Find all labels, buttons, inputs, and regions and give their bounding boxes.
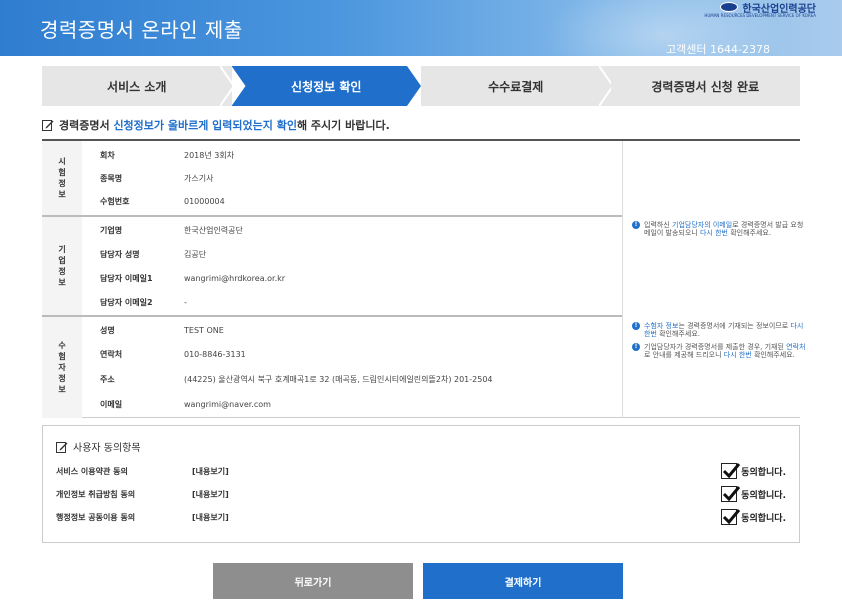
info-icon: ! (632, 221, 640, 229)
back-button[interactable]: 뒤로가기 (213, 563, 413, 599)
info-value: 한국산업인력공단 (184, 225, 243, 235)
org-logo[interactable]: 한국산업인력공단 HUMAN RESOURCES DEVELOPMENT SER… (704, 0, 816, 18)
step-label: 경력증명서 신청 완료 (651, 79, 760, 94)
progress-steps: 서비스 소개 신청정보 확인 수수료결제 경력증명서 신청 완료 (42, 66, 800, 106)
consent-row-terms: 서비스 이용약관 동의 [내용보기] 동의합니다. (56, 462, 786, 480)
group-label: 시 험 정 보 (42, 141, 82, 215)
info-key: 회차 (100, 150, 115, 160)
contact-tip: ! 기업담당자가 경력증명서를 제출한 경우, 기재된 연락처로 안내를 제공해… (632, 343, 810, 359)
company-info-group: 기 업 정 보 기업명 한국산업인력공단 담당자 성명 김공단 담당자 이메일1 wa… (42, 217, 622, 315)
info-row: 종목명 가스기사 (82, 166, 622, 190)
exam-info-group: 시 험 정 보 회차 2018년 3회차 종목명 가스기사 수험번호 01000004 (42, 141, 622, 215)
view-content-link[interactable]: [내용보기] (192, 512, 229, 523)
agree-label[interactable]: 동의합니다. (741, 511, 786, 524)
info-value: - (184, 297, 187, 307)
consent-title: 사용자 동의항목 (56, 439, 141, 454)
info-key: 이메일 (100, 399, 123, 409)
info-row: 담당자 이메일1 wangrimi@hrdkorea.or.kr (82, 266, 622, 290)
info-row: 기업명 한국산업인력공단 (82, 218, 622, 242)
step-confirm-info: 신청정보 확인 (232, 66, 422, 106)
group-label: 기 업 정 보 (42, 217, 82, 315)
info-row: 이메일 wangrimi@naver.com (82, 392, 622, 416)
info-value: 2018년 3회차 (184, 150, 235, 160)
info-value: wangrimi@hrdkorea.or.kr (184, 273, 286, 283)
step-payment: 수수료결제 (421, 66, 613, 106)
info-value: 010-8846-3131 (184, 349, 246, 359)
consent-label: 행정정보 공동이용 동의 (56, 512, 136, 522)
notice-text: 경력증명서 (59, 119, 114, 132)
info-value: wangrimi@naver.com (184, 399, 271, 409)
info-value: 01000004 (184, 196, 225, 206)
agree-label[interactable]: 동의합니다. (741, 488, 786, 501)
info-key: 주소 (100, 374, 115, 384)
info-key: 담당자 성명 (100, 249, 140, 259)
agree-checkbox[interactable]: 동의합니다. (721, 463, 786, 479)
info-key: 성명 (100, 325, 115, 335)
agree-checkbox[interactable]: 동의합니다. (721, 509, 786, 525)
info-row: 성명 TEST ONE (82, 318, 622, 342)
notice-text-end: 해 주시기 바랍니다. (296, 119, 390, 132)
page-title: 경력증명서 온라인 제출 (40, 18, 243, 42)
examinee-info-tip: ! 수험자 정보는 경력증명서에 기재되는 정보이므로 다시 한번 확인해주세요… (632, 322, 810, 338)
step-label: 서비스 소개 (107, 79, 167, 94)
edit-icon (42, 120, 54, 131)
info-row: 수험번호 01000004 (82, 189, 622, 213)
checkbox-checked-icon[interactable] (721, 509, 741, 525)
info-key: 연락처 (100, 349, 123, 359)
info-icon: ! (632, 343, 640, 351)
examinee-info-group: 수 험 자 정 보 성명 TEST ONE 연락처 010-8846-3131 주소… (42, 317, 622, 418)
checkbox-checked-icon[interactable] (721, 463, 741, 479)
application-info-table: 시 험 정 보 회차 2018년 3회차 종목명 가스기사 수험번호 01000004… (42, 139, 805, 418)
step-complete: 경력증명서 신청 완료 (610, 66, 800, 106)
consent-row-privacy: 개인정보 취급방침 동의 [내용보기] 동의합니다. (56, 485, 786, 503)
step-separator-icon (219, 66, 234, 106)
pay-button[interactable]: 결제하기 (423, 563, 623, 599)
consent-title-text: 사용자 동의항목 (73, 443, 141, 454)
company-email-tip: ! 입력하신 기업담당자의 이메일로 경력증명서 발급 요청 메일이 발송되오니… (632, 221, 810, 237)
info-key: 수험번호 (100, 196, 130, 206)
info-row: 담당자 성명 김공단 (82, 242, 622, 266)
org-logo-icon (720, 2, 739, 12)
info-value: 가스기사 (184, 173, 214, 183)
consent-label: 서비스 이용약관 동의 (56, 466, 128, 476)
info-row: 회차 2018년 3회차 (82, 143, 622, 167)
consent-row-admin-info: 행정정보 공동이용 동의 [내용보기] 동의합니다. (56, 508, 786, 526)
agree-label[interactable]: 동의합니다. (741, 465, 786, 478)
info-key: 담당자 이메일1 (100, 273, 153, 283)
page-header: 경력증명서 온라인 제출 한국산업인력공단 HUMAN RESOURCES DE… (0, 0, 842, 56)
info-value: 김공단 (184, 249, 207, 259)
info-row: 주소 (44225) 울산광역시 북구 호계매곡1로 32 (매곡동, 드림인시티… (82, 367, 622, 391)
info-key: 담당자 이메일2 (100, 297, 153, 307)
agree-checkbox[interactable]: 동의합니다. (721, 486, 786, 502)
step-label: 신청정보 확인 (291, 79, 362, 94)
customer-center: 고객센터 1644-2378 (666, 43, 770, 56)
info-value: TEST ONE (184, 325, 224, 335)
confirm-notice: 경력증명서 신청정보가 올바르게 입력되었는지 확인해 주시기 바랍니다. (42, 117, 390, 133)
info-key: 기업명 (100, 225, 123, 235)
consent-box: 사용자 동의항목 서비스 이용약관 동의 [내용보기] 동의합니다. 개인정보 … (42, 425, 800, 543)
info-key: 종목명 (100, 173, 123, 183)
notice-highlight: 신청정보가 올바르게 입력되었는지 확인 (113, 119, 297, 132)
step-service-intro: 서비스 소개 (42, 66, 234, 106)
info-value: (44225) 울산광역시 북구 호계매곡1로 32 (매곡동, 드림인시티에일… (184, 374, 493, 384)
info-row: 담당자 이메일2 - (82, 290, 622, 314)
step-label: 수수료결제 (488, 79, 544, 94)
info-side-panel (622, 141, 800, 418)
checkbox-checked-icon[interactable] (721, 486, 741, 502)
view-content-link[interactable]: [내용보기] (192, 466, 229, 477)
view-content-link[interactable]: [내용보기] (192, 489, 229, 500)
edit-icon (56, 441, 68, 453)
consent-label: 개인정보 취급방침 동의 (56, 489, 136, 499)
info-icon: ! (632, 322, 640, 330)
org-subtitle: HUMAN RESOURCES DEVELOPMENT SERVICE OF K… (704, 13, 816, 18)
group-label: 수 험 자 정 보 (42, 317, 82, 418)
info-row: 연락처 010-8846-3131 (82, 342, 622, 366)
